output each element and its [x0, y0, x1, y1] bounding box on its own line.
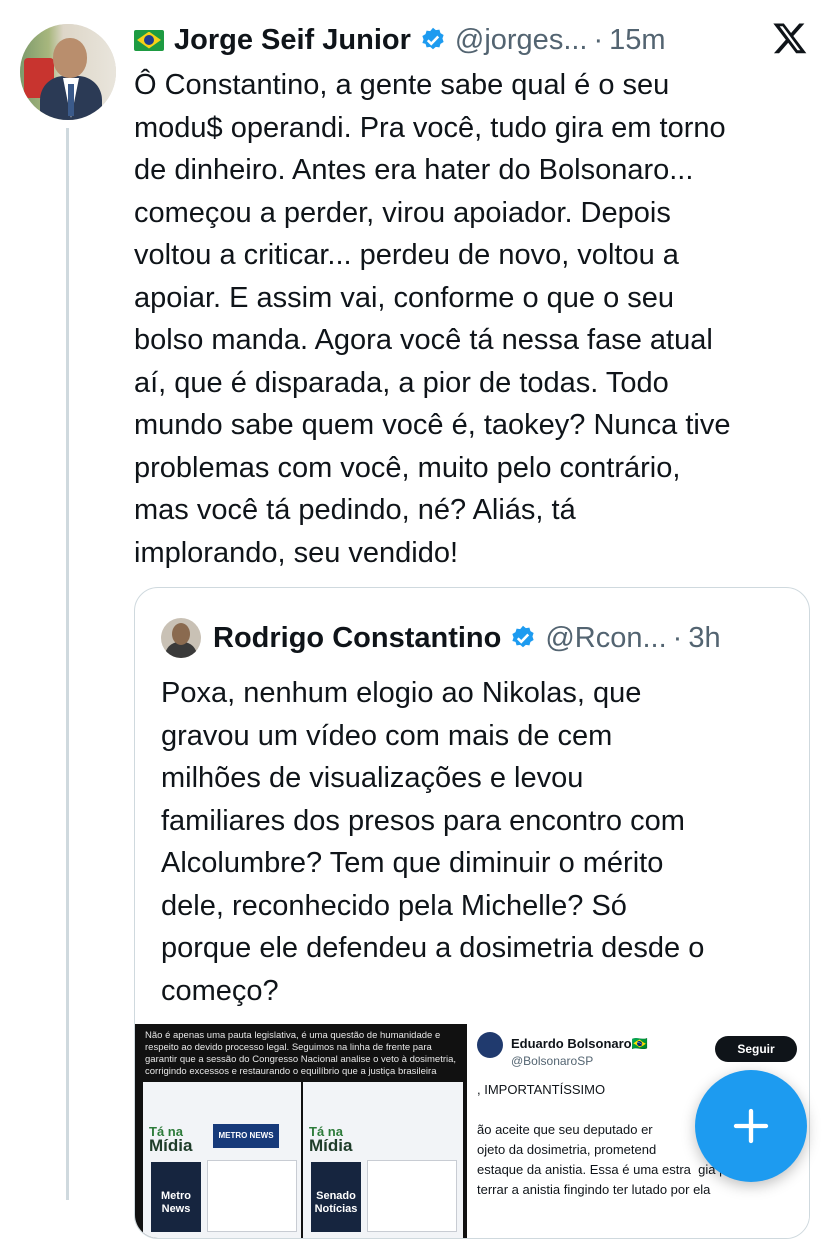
media-caption: Não é apenas uma pauta legislativa, é um… [145, 1030, 457, 1077]
quoted-tweet-time[interactable]: 3h [688, 622, 720, 655]
separator: · [593, 23, 604, 56]
follow-button: Seguir [715, 1036, 797, 1062]
verified-badge-icon [419, 26, 447, 54]
brazil-flag-icon [134, 29, 164, 51]
quoted-author-name[interactable]: Rodrigo Constantino [213, 622, 501, 655]
author-handle[interactable]: @jorges... [455, 24, 588, 57]
tweet-text: Ô Constantino, a gente sabe qual é o seu… [134, 69, 731, 569]
media-image-left[interactable]: Não é apenas uma pauta legislativa, é um… [135, 1024, 467, 1238]
quoted-tweet-header: Rodrigo Constantino @Rcon... · 3h [161, 618, 721, 658]
metro-news-logo: METRO NEWS [213, 1124, 279, 1148]
quoted-author-handle[interactable]: @Rcon... [545, 622, 666, 655]
plus-icon [733, 1108, 769, 1144]
panel-source: Senado Notícias [311, 1162, 361, 1232]
compose-button[interactable] [695, 1070, 807, 1182]
embedded-title: , IMPORTANTÍSSIMO [477, 1082, 606, 1097]
embedded-author-handle: @BolsonaroSP [511, 1054, 594, 1068]
x-logo-icon[interactable] [772, 20, 808, 56]
author-name[interactable]: Jorge Seif Junior [174, 24, 411, 57]
panel-label: Mídia [149, 1136, 193, 1155]
embedded-avatar [477, 1032, 503, 1058]
verified-badge-icon [509, 624, 537, 652]
separator: · [672, 621, 683, 654]
article-thumbnail [207, 1160, 297, 1232]
author-avatar[interactable] [20, 24, 116, 120]
embedded-author-name: Eduardo Bolsonaro🇧🇷 [511, 1036, 648, 1051]
article-thumbnail [367, 1160, 457, 1232]
quoted-author-avatar[interactable] [161, 618, 201, 658]
tweet-time[interactable]: 15m [609, 24, 665, 57]
thread-line [66, 128, 69, 1200]
quoted-tweet-text: Poxa, nenhum elogio ao Nikolas, que grav… [161, 677, 705, 1007]
tweet-header: Jorge Seif Junior @jorges... · 15m [134, 20, 666, 60]
panel-source: Metro News [151, 1162, 201, 1232]
media-panel: Tá na Mídia Senado Notícias [303, 1082, 463, 1238]
panel-label: Mídia [309, 1136, 353, 1155]
media-panel: Tá na Mídia METRO NEWS Metro News [143, 1082, 303, 1238]
